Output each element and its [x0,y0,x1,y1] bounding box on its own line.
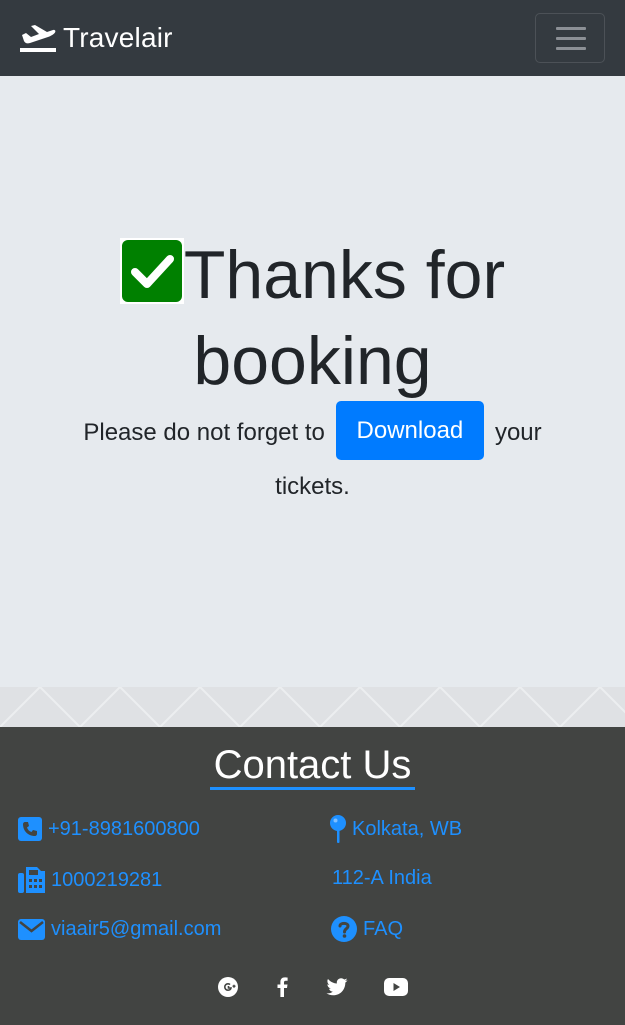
download-button[interactable]: Download [335,401,485,460]
address-link[interactable]: 112-A India [332,867,432,890]
facebook-link[interactable] [270,975,294,999]
twitter-link[interactable] [325,975,349,999]
address: 112-A India [332,867,432,889]
download-reminder: Please do not forget to Download your ti… [0,401,625,511]
hamburger-line [556,37,586,40]
menu-toggle-button[interactable] [535,13,605,63]
contact-title: Contact Us [213,743,412,787]
phone-number: +91-8981600800 [48,817,200,840]
band-pattern [0,687,625,727]
phone-link[interactable]: +91-8981600800 [18,817,200,841]
google-plus-link[interactable] [216,975,240,999]
footer: Contact Us +91-8981600800 1000219281 via… [0,727,625,1025]
reminder-text-end: tickets. [275,473,350,500]
envelope-icon [18,919,45,940]
reminder-text-before: Please do not forget to [83,418,325,446]
decorative-band [0,687,625,727]
fax-link[interactable]: 1000219281 [18,867,162,893]
twitter-icon [326,978,348,996]
email-link[interactable]: viaair5@gmail.com [18,918,221,941]
page-title: Thanks for booking [0,232,625,404]
brand-link[interactable]: Travelair [20,18,173,58]
reminder-text-after: your [494,418,542,446]
title-underline [210,787,415,790]
faq-label: FAQ [363,917,404,940]
fax-number: 1000219281 [51,868,163,891]
hamburger-line [556,47,586,50]
question-circle-icon [331,916,357,942]
plane-departure-icon [20,25,56,52]
navbar: Travelair [0,0,625,76]
brand-name: Travelair [63,22,173,53]
headline-text: Thanks for booking [183,237,506,399]
fax-icon [18,867,45,893]
location-link[interactable]: Kolkata, WB [330,815,462,843]
hamburger-menu-icon [556,27,586,30]
email-address: viaair5@gmail.com [51,918,222,940]
youtube-icon [384,978,408,996]
phone-icon [18,817,42,841]
google-plus-icon [218,977,238,997]
faq-link[interactable]: FAQ [331,916,403,942]
map-pin-icon [330,815,346,843]
facebook-icon [277,977,288,997]
city: Kolkata, WB [352,817,463,840]
youtube-link[interactable] [384,975,408,999]
check-square-icon [119,238,184,304]
